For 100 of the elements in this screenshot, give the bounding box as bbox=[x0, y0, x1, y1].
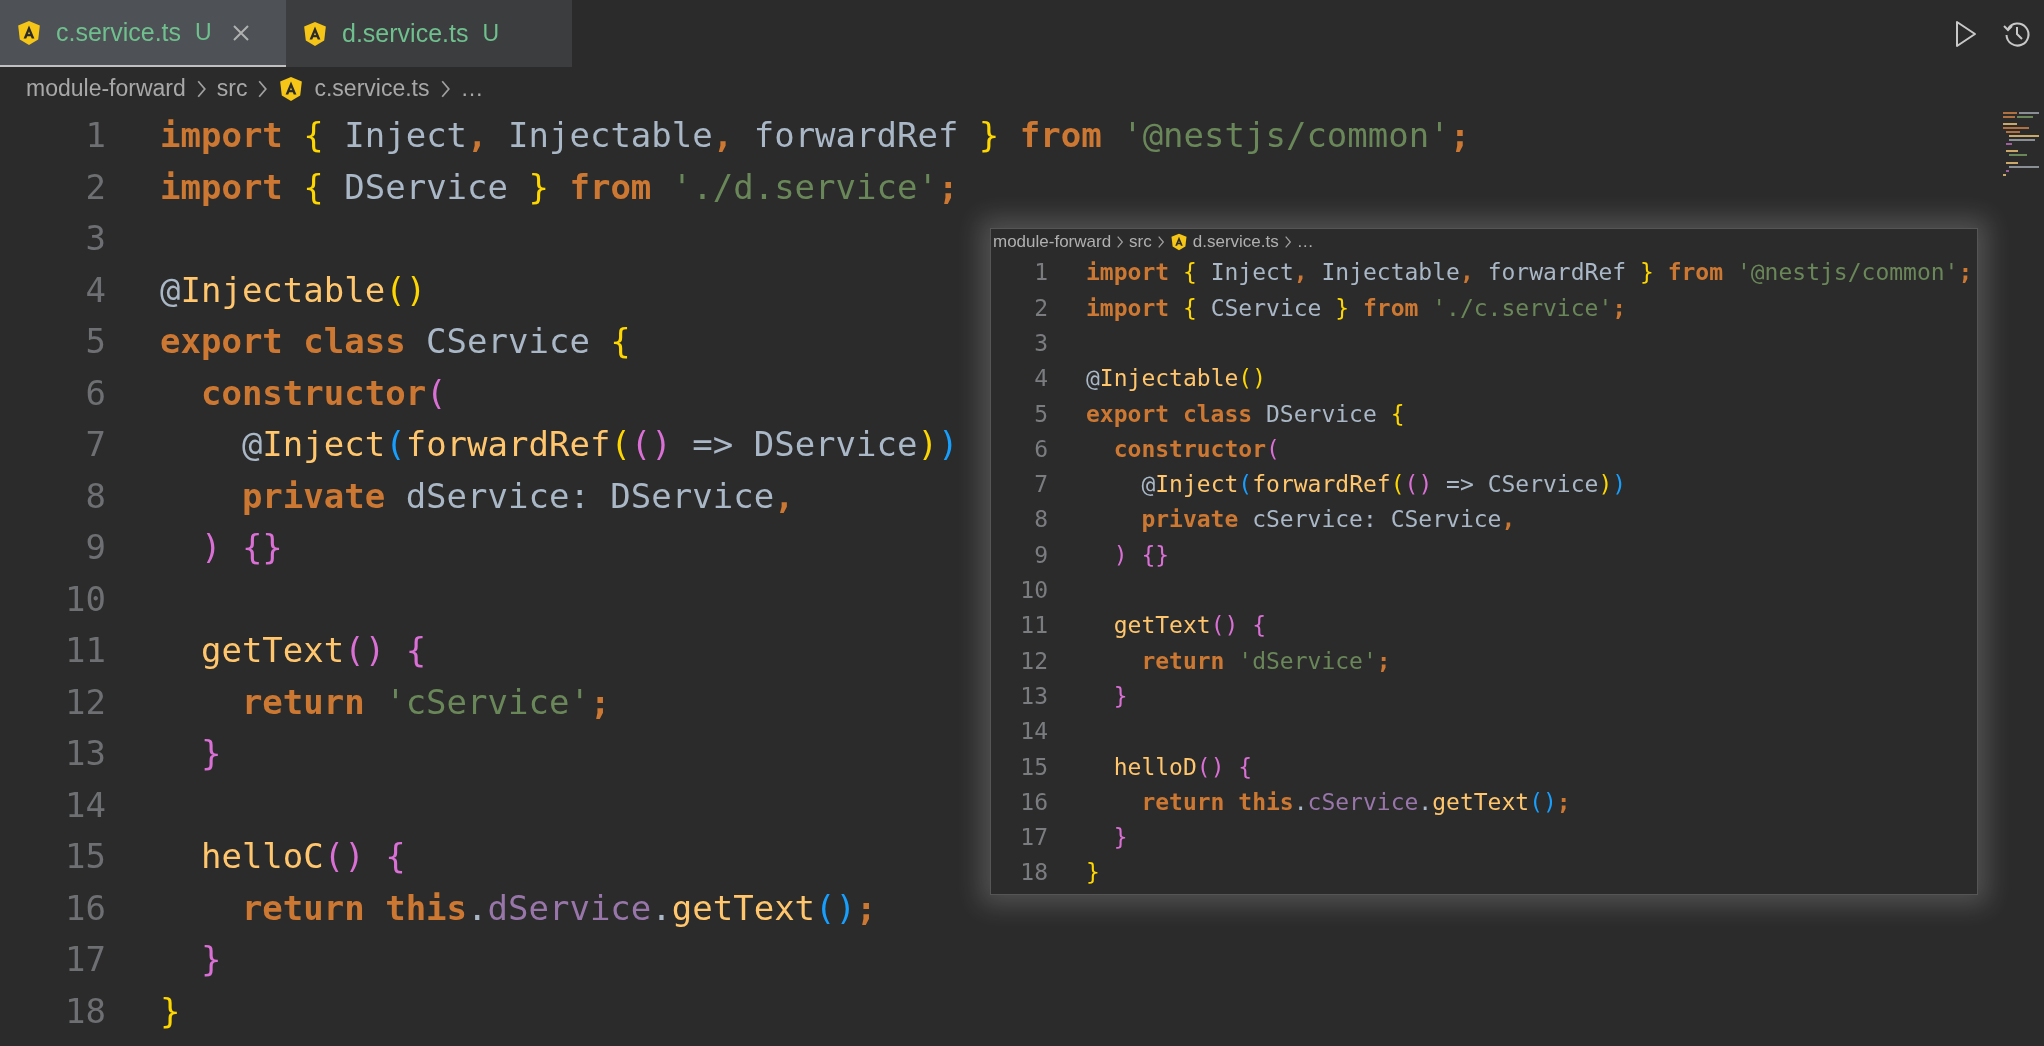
identifier: Injectable bbox=[1320, 258, 1460, 288]
line-number: 14 bbox=[1019, 717, 1048, 747]
bracket: () bbox=[1529, 787, 1557, 817]
bracket: ( bbox=[1266, 434, 1280, 464]
bracket: ) bbox=[1612, 470, 1627, 500]
line-number: 13 bbox=[64, 732, 106, 776]
line-number: 10 bbox=[1019, 576, 1048, 606]
keyword: from bbox=[1666, 258, 1725, 288]
folder-crumb[interactable]: src bbox=[216, 71, 248, 106]
keyword: , bbox=[712, 114, 734, 158]
bracket: ( bbox=[610, 423, 631, 467]
line-number: 9 bbox=[1033, 540, 1048, 570]
bracket: () { bbox=[1210, 611, 1266, 641]
keyword: return bbox=[240, 680, 366, 724]
bracket: () { bbox=[323, 835, 406, 879]
bracket: } bbox=[1086, 858, 1100, 888]
line-number: 5 bbox=[84, 320, 106, 364]
string-literal: './d.service' bbox=[671, 165, 938, 209]
function-name: helloD bbox=[1112, 752, 1197, 782]
function-name: getText bbox=[671, 886, 816, 930]
identifier: => DService bbox=[691, 423, 918, 467]
line-number: 15 bbox=[64, 835, 106, 879]
keyword: ; bbox=[1449, 114, 1471, 158]
identifier: forwardRef bbox=[752, 114, 960, 158]
bracket: () bbox=[1238, 364, 1267, 394]
bracket: { bbox=[1390, 399, 1405, 429]
shield-icon bbox=[16, 19, 42, 46]
folder-crumb[interactable]: module-forward bbox=[993, 229, 1112, 255]
bracket: () { bbox=[344, 629, 427, 673]
bracket: ( bbox=[426, 371, 447, 415]
folder-crumb[interactable]: module-forward bbox=[26, 71, 186, 106]
shield-icon bbox=[302, 20, 328, 47]
line-number: 1 bbox=[1033, 258, 1048, 288]
bracket: () bbox=[815, 886, 857, 930]
keyword: return bbox=[1140, 646, 1226, 676]
bracket: ) bbox=[1598, 470, 1613, 500]
bracket: { bbox=[610, 320, 631, 364]
git-status: U bbox=[195, 18, 212, 48]
identifier: @ bbox=[1140, 470, 1156, 500]
run-icon[interactable] bbox=[1954, 19, 1978, 48]
tab-label: d.service.ts bbox=[342, 17, 469, 49]
editor-tab[interactable]: d.service.ts U bbox=[286, 0, 572, 67]
bracket: } bbox=[199, 938, 222, 982]
keyword: import bbox=[1086, 293, 1171, 323]
keyword: ; bbox=[856, 886, 877, 930]
keyword: constructor bbox=[1112, 434, 1266, 464]
property-name: dService bbox=[487, 886, 652, 930]
line-number: 10 bbox=[64, 577, 106, 621]
shield-icon bbox=[278, 75, 305, 102]
more-crumb[interactable]: … bbox=[1296, 229, 1314, 255]
property-name: cService bbox=[1307, 787, 1419, 817]
keyword: export class bbox=[1086, 399, 1254, 429]
bracket: ) {} bbox=[1112, 540, 1170, 570]
identifier: cService: CService bbox=[1252, 505, 1502, 535]
bracket: () bbox=[630, 423, 672, 467]
identifier: @ bbox=[240, 423, 263, 467]
keyword: return this bbox=[1140, 787, 1294, 817]
line-number: 17 bbox=[64, 938, 106, 982]
identifier: DService bbox=[1266, 399, 1378, 429]
file-crumb[interactable]: d.service.ts bbox=[1192, 229, 1279, 255]
keyword: constructor bbox=[199, 371, 427, 415]
bracket: () bbox=[385, 268, 427, 312]
function-name: Inject bbox=[262, 423, 386, 467]
string-literal: 'dService' bbox=[1238, 646, 1377, 676]
folder-crumb[interactable]: src bbox=[1129, 229, 1152, 255]
editor-tab[interactable]: c.service.ts U bbox=[0, 0, 286, 67]
line-number: 12 bbox=[64, 680, 106, 724]
keyword: from bbox=[1018, 114, 1103, 158]
keyword: import bbox=[1086, 258, 1171, 288]
bracket: } bbox=[160, 989, 181, 1033]
bracket: { bbox=[303, 114, 324, 158]
keyword: from bbox=[568, 165, 653, 209]
identifier: Injectable bbox=[507, 114, 713, 158]
keyword: ; bbox=[937, 165, 959, 209]
line-number: 1 bbox=[84, 114, 106, 158]
chevron-icon bbox=[195, 78, 207, 99]
keyword: , bbox=[1293, 258, 1308, 288]
keyword: ; bbox=[1612, 293, 1627, 323]
chevron-icon bbox=[439, 78, 451, 99]
line-number: 11 bbox=[1019, 611, 1048, 641]
keyword: , bbox=[774, 474, 795, 518]
identifier: CService bbox=[426, 320, 591, 364]
bracket: { bbox=[1182, 258, 1197, 288]
chevron-icon bbox=[1283, 235, 1292, 249]
line-number: 13 bbox=[1019, 681, 1048, 711]
function-name: forwardRef bbox=[405, 423, 611, 467]
function-name: Injectable bbox=[180, 268, 386, 312]
file-crumb[interactable]: c.service.ts bbox=[314, 71, 430, 106]
bracket: ( bbox=[1238, 470, 1253, 500]
identifier: forwardRef bbox=[1486, 258, 1628, 288]
identifier: Inject bbox=[1209, 258, 1294, 288]
more-crumb[interactable]: … bbox=[460, 71, 484, 106]
shield-icon bbox=[1169, 233, 1188, 251]
line-number: 18 bbox=[64, 989, 106, 1033]
close-icon[interactable] bbox=[231, 23, 250, 42]
line-number: 6 bbox=[84, 371, 106, 415]
identifier: DService bbox=[343, 165, 509, 209]
bracket: } bbox=[1112, 823, 1128, 853]
line-number: 2 bbox=[84, 165, 106, 209]
line-number: 4 bbox=[84, 268, 106, 312]
